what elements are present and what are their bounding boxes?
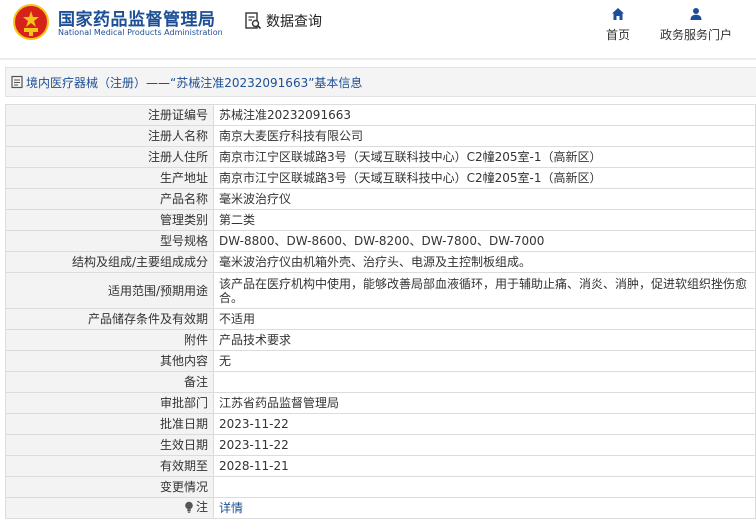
row-label: 管理类别: [5, 209, 214, 231]
table-row: 批准日期 2023-11-22: [5, 413, 756, 435]
row-value: 南京大麦医疗科技有限公司: [213, 125, 756, 147]
search-document-icon: [245, 12, 262, 30]
row-value: 江苏省药品监督管理局: [213, 392, 756, 414]
lightbulb-icon: [185, 501, 193, 513]
row-value: 无: [213, 350, 756, 372]
row-value: 南京市江宁区联城路3号（天域互联科技中心）C2幢205室-1（高新区）: [213, 167, 756, 189]
breadcrumb-section[interactable]: 境内医疗器械（注册）: [26, 76, 146, 90]
row-value: 2028-11-21: [213, 455, 756, 477]
row-label: 注册人住所: [5, 146, 214, 168]
site-title[interactable]: 国家药品监督管理局: [58, 5, 216, 30]
details-link[interactable]: 详情: [219, 501, 243, 515]
row-value: 毫米波治疗仪: [213, 188, 756, 210]
row-value: 产品技术要求: [213, 329, 756, 351]
nav-home-label: 首页: [606, 28, 631, 42]
row-label: 适用范围/预期用途: [5, 272, 214, 309]
table-row: 有效期至 2028-11-21: [5, 455, 756, 477]
breadcrumb-text: 境内医疗器械（注册）——“苏械注准20232091663”基本信息: [26, 74, 362, 91]
note-row-value: 详情: [213, 497, 756, 519]
row-value: DW-8800、DW-8600、DW-8200、DW-7800、DW-7000: [213, 230, 756, 252]
table-row: 生产地址 南京市江宁区联城路3号（天域互联科技中心）C2幢205室-1（高新区）: [5, 167, 756, 189]
registration-info-table: 注册证编号 苏械注准20232091663 注册人名称 南京大麦医疗科技有限公司 注…: [5, 104, 756, 519]
note-label: 注: [184, 500, 208, 514]
row-value: 毫米波治疗仪由机箱外壳、治疗头、电源及主控制板组成。: [213, 251, 756, 273]
table-row: 备注: [5, 371, 756, 393]
breadcrumb-separator: ——: [146, 75, 171, 90]
data-query-label: 数据查询: [266, 14, 322, 30]
row-value: 该产品在医疗机构中使用，能够改善局部血液循环，用于辅助止痛、消炎、消肿，促进软组…: [213, 272, 756, 309]
row-label: 批准日期: [5, 413, 214, 435]
data-query-link[interactable]: 数据查询: [244, 10, 322, 32]
row-label: 生效日期: [5, 434, 214, 456]
row-label: 注册人名称: [5, 125, 214, 147]
national-emblem-icon: [13, 4, 49, 40]
table-row: 变更情况: [5, 476, 756, 498]
nav-service-portal[interactable]: 政务服务门户: [660, 7, 732, 43]
table-row: 附件 产品技术要求: [5, 329, 756, 351]
row-value: 苏械注准20232091663: [213, 104, 756, 126]
nav-portal-label: 政务服务门户: [660, 28, 733, 42]
table-row: 产品储存条件及有效期 不适用: [5, 308, 756, 330]
table-row: 注 详情: [5, 497, 756, 519]
table-row: 审批部门 江苏省药品监督管理局: [5, 392, 756, 414]
row-label: 产品名称: [5, 188, 214, 210]
row-label: 产品储存条件及有效期: [5, 308, 214, 330]
note-row-label: 注: [5, 497, 214, 519]
home-icon: [612, 8, 624, 20]
row-label: 结构及组成/主要组成成分: [5, 251, 214, 273]
table-row: 结构及组成/主要组成成分 毫米波治疗仪由机箱外壳、治疗头、电源及主控制板组成。: [5, 251, 756, 273]
row-label: 型号规格: [5, 230, 214, 252]
table-row: 产品名称 毫米波治疗仪: [5, 188, 756, 210]
row-label: 注册证编号: [5, 104, 214, 126]
table-row: 型号规格 DW-8800、DW-8600、DW-8200、DW-7800、DW-7…: [5, 230, 756, 252]
list-document-icon: [11, 75, 23, 89]
row-value: [213, 371, 756, 393]
table-row: 注册人名称 南京大麦医疗科技有限公司: [5, 125, 756, 147]
row-label: 其他内容: [5, 350, 214, 372]
row-value: 南京市江宁区联城路3号（天域互联科技中心）C2幢205室-1（高新区）: [213, 146, 756, 168]
header-divider: [0, 58, 756, 60]
table-row: 注册人住所 南京市江宁区联城路3号（天域互联科技中心）C2幢205室-1（高新区）: [5, 146, 756, 168]
breadcrumb: 境内医疗器械（注册）——“苏械注准20232091663”基本信息: [5, 67, 756, 97]
row-value: [213, 476, 756, 498]
row-label: 生产地址: [5, 167, 214, 189]
nav-home[interactable]: 首页: [606, 7, 630, 43]
row-value: 2023-11-22: [213, 434, 756, 456]
table-row: 其他内容无: [5, 350, 756, 372]
row-value: 不适用: [213, 308, 756, 330]
table-row: 注册证编号 苏械注准20232091663: [5, 104, 756, 126]
table-row: 适用范围/预期用途 该产品在医疗机构中使用，能够改善局部血液循环，用于辅助止痛、消…: [5, 272, 756, 309]
row-value: 第二类: [213, 209, 756, 231]
row-label: 附件: [5, 329, 214, 351]
site-subtitle: National Medical Products Administration: [58, 28, 223, 37]
table-row: 管理类别 第二类: [5, 209, 756, 231]
row-value: 2023-11-22: [213, 413, 756, 435]
site-header: 国家药品监督管理局 National Medical Products Admi…: [0, 0, 756, 50]
row-label: 备注: [5, 371, 214, 393]
row-label: 有效期至: [5, 455, 214, 477]
user-icon: [690, 8, 702, 20]
note-label-text: 注: [195, 500, 208, 514]
breadcrumb-record: “苏械注准20232091663”基本信息: [170, 75, 363, 90]
row-label: 变更情况: [5, 476, 214, 498]
table-row: 生效日期 2023-11-22: [5, 434, 756, 456]
row-label: 审批部门: [5, 392, 214, 414]
